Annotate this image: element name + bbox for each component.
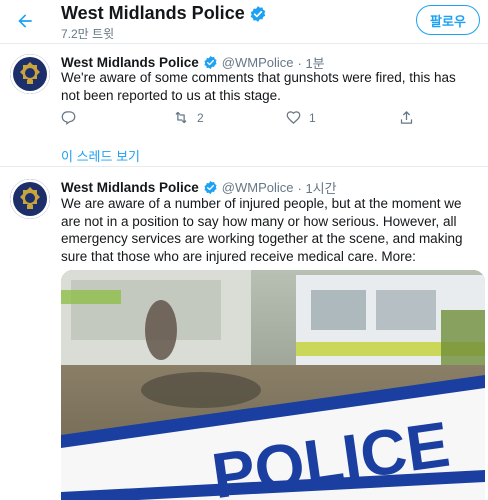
page-title-text: West Midlands Police xyxy=(61,3,245,23)
reply-button[interactable] xyxy=(61,110,76,125)
retweet-icon xyxy=(175,111,187,124)
police-tape-photo: POLICE xyxy=(61,270,485,500)
verified-badge-icon xyxy=(204,180,217,195)
police-badge-icon xyxy=(10,179,50,219)
tweet-text: We're aware of some comments that gunsho… xyxy=(61,70,456,103)
retweet-count: 2 xyxy=(197,110,204,125)
author-handle[interactable]: @WMPolice xyxy=(222,180,294,195)
heart-icon xyxy=(286,111,301,124)
verified-badge-icon xyxy=(250,5,265,22)
like-button[interactable]: 1 xyxy=(286,110,316,125)
verified-badge-icon xyxy=(204,55,217,70)
author-name[interactable]: West Midlands Police xyxy=(61,55,199,70)
share-button[interactable] xyxy=(399,110,414,125)
police-badge-icon xyxy=(10,54,50,94)
back-button[interactable] xyxy=(10,6,40,36)
show-thread-link[interactable]: 이 스레드 보기 xyxy=(61,146,140,165)
arrow-left-icon xyxy=(18,14,32,28)
tweet-image[interactable]: POLICE xyxy=(61,270,485,500)
avatar[interactable] xyxy=(10,54,50,94)
avatar[interactable] xyxy=(10,179,50,219)
reply-icon xyxy=(61,111,76,125)
author-name[interactable]: West Midlands Police xyxy=(61,180,199,195)
tweet-actions: 2 1 xyxy=(61,110,421,130)
retweet-button[interactable]: 2 xyxy=(173,110,204,125)
author-handle[interactable]: @WMPolice xyxy=(222,55,294,70)
page-title: West Midlands Police xyxy=(61,3,267,24)
follow-button[interactable]: 팔로우 xyxy=(416,5,480,35)
tweet-count: 7.2만 트윗 xyxy=(61,27,115,41)
profile-header: West Midlands Police 7.2만 트윗 팔로우 xyxy=(0,0,488,44)
tweet-text: We are aware of a number of injured peop… xyxy=(61,196,463,264)
share-icon xyxy=(400,111,413,124)
like-count: 1 xyxy=(309,110,316,125)
